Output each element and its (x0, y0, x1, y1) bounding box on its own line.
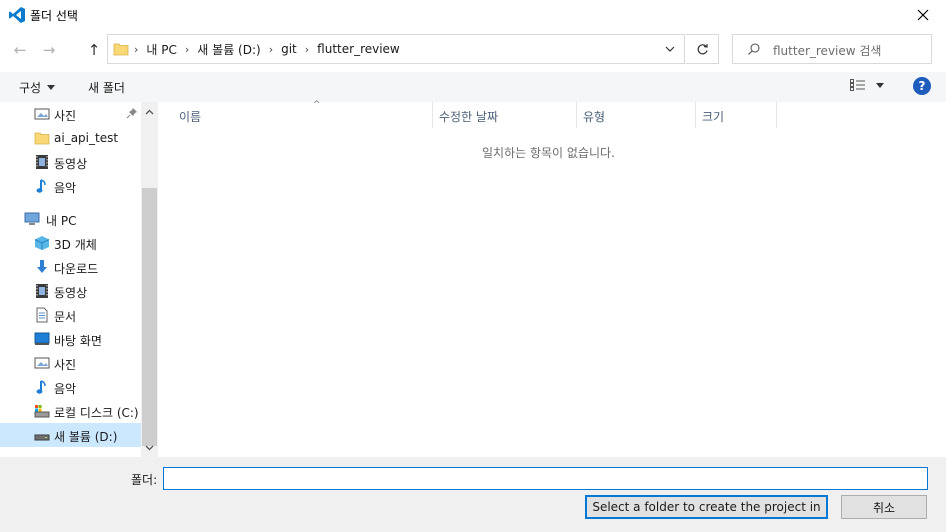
refresh-icon (697, 43, 708, 54)
scroll-down-button[interactable] (141, 440, 158, 456)
pin-icon (126, 108, 137, 119)
breadcrumb-item-flutter-review[interactable]: flutter_review (317, 42, 400, 56)
breadcrumb-item-drive-d[interactable]: 새 볼륨 (D:) (197, 41, 260, 58)
forward-arrow-icon: → (42, 41, 56, 59)
pictures-icon (34, 108, 50, 120)
navigation-pane: 사진 ai_api_test 동영상 음악 내 PC 3D 개체 다운로드 동영… (0, 102, 158, 457)
help-icon[interactable]: ? (913, 77, 931, 95)
breadcrumb-item-git[interactable]: git (281, 42, 297, 56)
sidebar-item-videos[interactable]: 동영상 (0, 279, 141, 303)
breadcrumb: › 내 PC › 새 볼륨 (D:) › git › flutter_revie… (134, 35, 400, 63)
new-folder-button[interactable]: 새 폴더 (88, 79, 125, 96)
back-button[interactable]: ← (10, 40, 30, 60)
close-icon (917, 9, 929, 21)
sidebar-item-desktop[interactable]: 바탕 화면 (0, 327, 141, 351)
breadcrumb-separator: › (268, 42, 274, 56)
downloads-icon (37, 260, 47, 273)
vscode-icon (9, 7, 25, 23)
sidebar-item-ai-api-test[interactable]: ai_api_test (0, 126, 141, 150)
chevron-down-icon (665, 46, 675, 52)
breadcrumb-separator: › (304, 42, 310, 56)
column-header-date-modified[interactable]: 수정한 날짜 (433, 102, 577, 128)
column-header-size[interactable]: 크기 (696, 102, 777, 128)
select-folder-button[interactable]: Select a folder to create the project in (585, 495, 828, 519)
file-list[interactable]: 이름 ^ 수정한 날짜 유형 크기 일치하는 항목이 없습니다. (158, 100, 946, 457)
folder-icon (34, 132, 50, 145)
navigation-scrollbar[interactable] (141, 102, 158, 457)
desktop-icon (34, 332, 50, 345)
sidebar-item-videos-quick[interactable]: 동영상 (0, 150, 141, 174)
sidebar-item-downloads[interactable]: 다운로드 (0, 255, 141, 279)
organize-label: 구성 (19, 81, 42, 95)
sidebar-item-music-quick[interactable]: 음악 (0, 174, 141, 198)
sidebar-item-music[interactable]: 음악 (0, 375, 141, 399)
folder-icon (113, 43, 129, 56)
music-icon (36, 179, 46, 193)
documents-icon (36, 307, 48, 323)
caret-down-icon (47, 85, 56, 90)
cancel-button[interactable]: 취소 (841, 495, 927, 519)
scroll-up-button[interactable] (141, 104, 158, 120)
sort-ascending-icon: ^ (313, 100, 321, 110)
sidebar-item-this-pc[interactable]: 내 PC (0, 207, 141, 231)
forward-button[interactable]: → (39, 40, 59, 60)
back-arrow-icon: ← (13, 41, 27, 59)
sidebar-item-volume-d[interactable]: 새 볼륨 (D:) (0, 423, 141, 447)
search-placeholder: flutter_review 검색 (773, 44, 882, 58)
breadcrumb-item-this-pc[interactable]: 내 PC (146, 41, 176, 58)
refresh-button[interactable] (686, 34, 719, 64)
sidebar-item-local-disk-c[interactable]: 로컬 디스크 (C:) (0, 399, 141, 423)
local-disk-icon (34, 405, 50, 418)
empty-message: 일치하는 항목이 없습니다. (482, 146, 615, 160)
pictures-icon (34, 357, 50, 369)
breadcrumb-separator: › (184, 42, 190, 56)
sidebar-item-3d-objects[interactable]: 3D 개체 (0, 231, 141, 255)
breadcrumb-separator: › (134, 42, 139, 56)
3d-objects-icon (34, 236, 50, 250)
videos-icon (36, 284, 48, 298)
caret-down-icon (876, 82, 884, 88)
address-bar[interactable]: › 내 PC › 새 볼륨 (D:) › git › flutter_revie… (107, 34, 685, 64)
videos-icon (36, 155, 48, 169)
title-bar: 폴더 선택 (0, 0, 946, 30)
change-view-button[interactable] (850, 79, 884, 91)
folder-label: 폴더: (131, 473, 158, 487)
this-pc-icon (24, 212, 40, 225)
command-bar: 구성 새 폴더 (0, 72, 946, 102)
dialog-footer: 폴더: Select a folder to create the projec… (0, 457, 946, 532)
search-box[interactable]: flutter_review 검색 (732, 34, 932, 64)
sidebar-item-pictures-quick[interactable]: 사진 (0, 102, 141, 126)
sidebar-item-pictures[interactable]: 사진 (0, 351, 141, 375)
drive-icon (34, 434, 50, 441)
music-icon (36, 380, 46, 394)
column-header-type[interactable]: 유형 (577, 102, 696, 128)
window-title: 폴더 선택 (30, 9, 78, 23)
scroll-thumb[interactable] (142, 188, 157, 446)
search-icon (748, 43, 760, 55)
chevron-down-icon (145, 445, 154, 451)
folder-name-input[interactable] (163, 467, 928, 490)
column-header-name[interactable]: 이름 ^ (173, 100, 433, 128)
organize-button[interactable]: 구성 (19, 79, 56, 96)
details-view-icon (850, 79, 865, 91)
sidebar-item-documents[interactable]: 문서 (0, 303, 141, 327)
chevron-up-icon (145, 109, 154, 115)
address-dropdown-button[interactable] (662, 41, 678, 57)
close-button[interactable] (900, 0, 946, 30)
up-button[interactable]: ↑ (84, 40, 104, 60)
up-arrow-icon: ↑ (87, 41, 101, 59)
